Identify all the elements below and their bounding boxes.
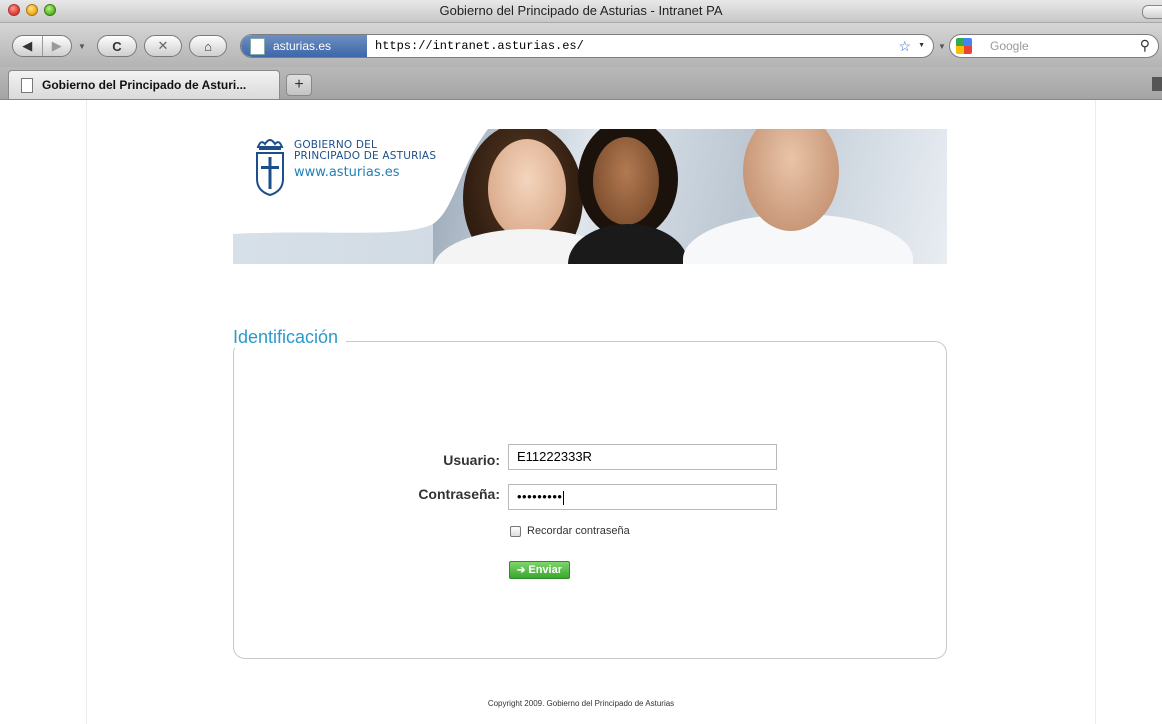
history-dropdown-icon[interactable]: ▼ [78,42,86,51]
tab-bar: Gobierno del Principado de Asturi... + [0,67,1162,100]
org-line-2: PRINCIPADO DE ASTURIAS [294,150,437,162]
remember-password-label[interactable]: Recordar contraseña [527,525,630,537]
photo-person-second-body [568,224,688,264]
url-history-dropdown-icon[interactable]: ▼ [918,42,925,49]
window-titlebar: Gobierno del Principado de Asturias - In… [0,0,1162,23]
tab-intranet[interactable]: Gobierno del Principado de Asturi... [8,70,280,99]
back-button[interactable]: ◀ [13,36,42,56]
tab-list-icon[interactable] [1152,77,1162,91]
reload-button[interactable]: C [97,35,137,57]
password-input[interactable]: ••••••••• [508,484,777,510]
arrow-right-icon: ➔ [516,564,526,576]
organization-url[interactable]: www.asturias.es [294,165,400,180]
login-legend: Identificación [233,327,347,348]
copyright-text: Copyright 2009. Gobierno del Principado … [487,699,675,708]
tab-label: Gobierno del Principado de Asturi... [42,78,247,92]
text-caret [563,490,565,505]
banner-photo [433,129,947,264]
organization-logo: GOBIERNO DEL PRINCIPADO DE ASTURIAS www.… [253,135,483,205]
username-input[interactable]: E11222333R [508,444,777,470]
password-mask: ••••••••• [517,489,563,504]
page-border-left [86,100,87,724]
photo-person-second-face [593,137,659,225]
search-icon[interactable]: ⚲ [1140,37,1150,54]
home-button[interactable]: ⌂ [189,35,227,57]
page-icon [250,37,265,55]
url-text[interactable]: https://intranet.asturias.es/ [375,39,584,53]
header-banner: GOBIERNO DEL PRINCIPADO DE ASTURIAS www.… [233,129,947,264]
page-icon [21,77,33,93]
forward-button[interactable]: ▶ [41,36,72,56]
search-input[interactable]: Google [990,39,1029,53]
asturias-coat-of-arms-icon [256,139,284,197]
page-content: GOBIERNO DEL PRINCIPADO DE ASTURIAS www.… [0,100,1162,724]
remember-password-checkbox[interactable] [510,525,521,537]
search-box[interactable]: Google ⚲ [949,34,1159,58]
photo-person-woman-face [488,139,566,239]
navigation-toolbar: ◀ ▶ ▼ C ✕ ⌂ asturias.es https://intranet… [0,23,1162,67]
window-title: Gobierno del Principado de Asturias - In… [439,3,723,18]
address-bar[interactable]: asturias.es https://intranet.asturias.es… [240,34,934,58]
bookmark-star-icon[interactable]: ☆ [898,38,911,55]
toolbar-toggle-button[interactable] [1142,5,1162,19]
toolbar-dropdown-icon[interactable]: ▼ [938,42,946,51]
password-label: Contraseña: [418,486,500,502]
organization-name: GOBIERNO DEL PRINCIPADO DE ASTURIAS [294,140,436,162]
site-identity-button[interactable]: asturias.es [241,35,367,57]
site-identity-label: asturias.es [273,39,332,53]
google-engine-icon[interactable] [956,38,972,54]
page-border-right [1095,100,1096,724]
submit-label: Enviar [528,564,563,576]
new-tab-button[interactable]: + [286,74,312,96]
submit-button[interactable]: ➔ Enviar [509,561,570,579]
remember-password-row[interactable]: Recordar contraseña [510,525,630,537]
username-label: Usuario: [443,452,500,468]
back-forward-group: ◀ ▶ [12,35,72,57]
stop-button[interactable]: ✕ [144,35,182,57]
